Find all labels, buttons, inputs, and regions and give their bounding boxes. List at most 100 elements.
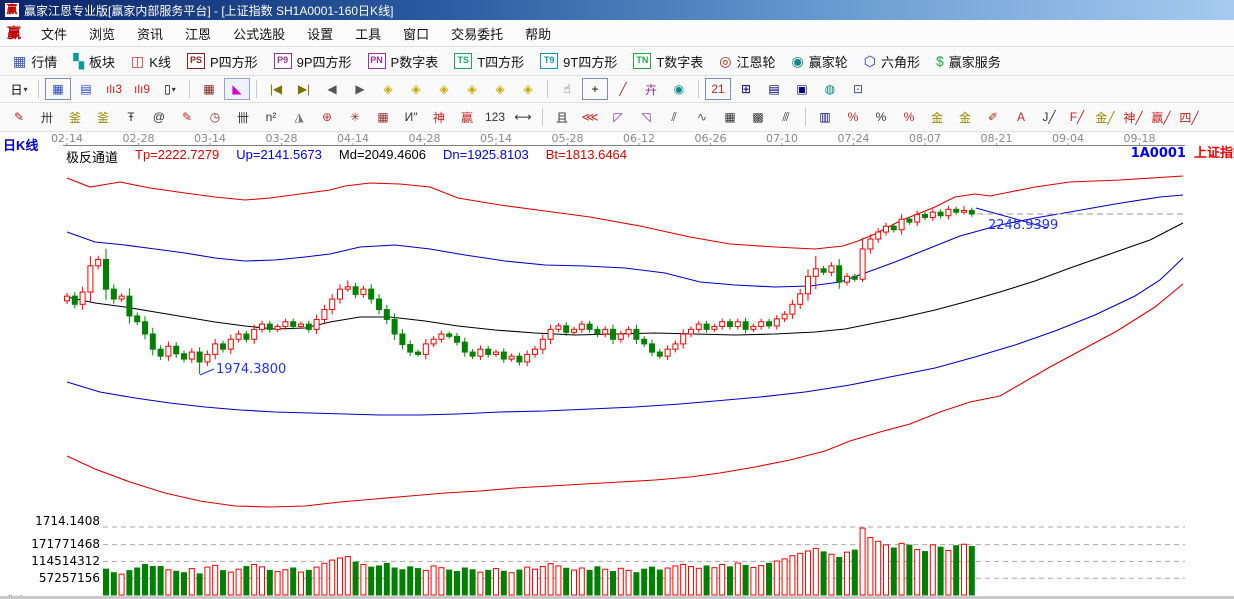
- gold-angle-icon[interactable]: 金╱: [1092, 106, 1118, 128]
- width-measure-icon[interactable]: ⟷: [510, 106, 536, 128]
- square-grid2-icon[interactable]: ▩: [745, 106, 771, 128]
- menu-tools[interactable]: 工具: [344, 24, 392, 43]
- save-icon[interactable]: ▣: [789, 78, 815, 100]
- gann-frame-icon[interactable]: 卉: [638, 78, 664, 100]
- prev-bar-icon[interactable]: ◀: [319, 78, 345, 100]
- toolbar-kline[interactable]: ◫K线: [123, 50, 179, 73]
- ruler-lines-icon[interactable]: 卌: [230, 106, 256, 128]
- menu-settings[interactable]: 设置: [296, 24, 344, 43]
- menu-help[interactable]: 帮助: [514, 24, 562, 43]
- trendline-tool-icon[interactable]: ╱: [610, 78, 636, 100]
- menu-trade-order[interactable]: 交易委托: [440, 24, 514, 43]
- volume-profile-icon[interactable]: ◣: [224, 78, 250, 100]
- percent-icon[interactable]: %: [868, 106, 894, 128]
- brush-icon[interactable]: ✎: [6, 106, 32, 128]
- toolbar-9t-square[interactable]: T99T四方形: [532, 50, 625, 73]
- golden-lines-icon[interactable]: 金: [952, 106, 978, 128]
- j-angle-icon[interactable]: J╱: [1036, 106, 1062, 128]
- gold-gann-icon[interactable]: 釜: [62, 106, 88, 128]
- bars-9-icon[interactable]: ılı9: [129, 78, 155, 100]
- grid-lines-icon[interactable]: 卅: [34, 106, 60, 128]
- shen-icon[interactable]: 神: [426, 106, 452, 128]
- expand-horizontal-diamond-icon[interactable]: ◈: [431, 78, 457, 100]
- candle-body: [408, 345, 413, 353]
- grid-target-icon[interactable]: ▦: [370, 106, 396, 128]
- info-list-icon[interactable]: ▤: [73, 78, 99, 100]
- target-cross-icon[interactable]: ⊕: [314, 106, 340, 128]
- price-note-icon[interactable]: ✐: [980, 106, 1006, 128]
- first-bar-icon[interactable]: |◀: [263, 78, 289, 100]
- fan-red-icon[interactable]: ⋘: [577, 106, 603, 128]
- toolbar-t-square[interactable]: TST四方形: [446, 50, 532, 73]
- toolbar-9p-square[interactable]: P99P四方形: [266, 50, 360, 73]
- toolbar-gann-wheel[interactable]: ◎江恩轮: [711, 50, 783, 73]
- protractor-icon[interactable]: ◮: [286, 106, 312, 128]
- ying-icon[interactable]: 赢: [454, 106, 480, 128]
- chart-window-icon[interactable]: ▦: [45, 78, 71, 100]
- toolbar-p-square[interactable]: PSP四方形: [179, 50, 266, 73]
- menu-gann[interactable]: 江恩: [174, 24, 222, 43]
- wave-cloud-icon[interactable]: ◉: [666, 78, 692, 100]
- next-bar-icon[interactable]: ▶: [347, 78, 373, 100]
- cycle-circle-icon[interactable]: ◷: [202, 106, 228, 128]
- stats-panel-icon[interactable]: ▥: [812, 106, 838, 128]
- notepad-icon[interactable]: ▤: [761, 78, 787, 100]
- zigzag-icon[interactable]: ∿: [689, 106, 715, 128]
- candle-body: [634, 329, 639, 339]
- shen-angle-icon[interactable]: 神╱: [1120, 106, 1146, 128]
- angle-lines-icon[interactable]: ⫽: [661, 106, 687, 128]
- square-grid-icon[interactable]: ▦: [717, 106, 743, 128]
- zoom-left-diamond-icon-glyph: ◈: [383, 82, 392, 96]
- crosshair-icon[interactable]: +: [582, 78, 608, 100]
- measure-brush-icon[interactable]: ✎: [174, 106, 200, 128]
- menu-browse[interactable]: 浏览: [78, 24, 126, 43]
- percent-line-icon[interactable]: %: [896, 106, 922, 128]
- toolbar-hexagon[interactable]: ⬡六角形: [856, 50, 928, 73]
- n2-icon[interactable]: n²: [258, 106, 284, 128]
- f-lines-icon[interactable]: Ŧ: [118, 106, 144, 128]
- computer-icon[interactable]: ⊡: [845, 78, 871, 100]
- gold-gann2-icon[interactable]: 釜: [90, 106, 116, 128]
- pattern-grid-icon[interactable]: ▦: [196, 78, 222, 100]
- menu-formula-stock-pick[interactable]: 公式选股: [222, 24, 296, 43]
- starburst-icon[interactable]: ✳: [342, 106, 368, 128]
- ruler-123-icon[interactable]: 123: [482, 106, 508, 128]
- hand-drag-icon[interactable]: ☝: [554, 78, 580, 100]
- fan-box2-icon[interactable]: ◹: [633, 106, 659, 128]
- fan-box-icon[interactable]: ◸: [605, 106, 631, 128]
- toolbar-winner-service[interactable]: $赢家服务: [928, 50, 1009, 73]
- ying-angle-icon[interactable]: 赢╱: [1148, 106, 1174, 128]
- wave-abc-icon[interactable]: A: [1008, 106, 1034, 128]
- toolbar-t-table[interactable]: TNT数字表: [625, 50, 711, 73]
- compress-diamond-icon[interactable]: ◈: [459, 78, 485, 100]
- calendar-icon[interactable]: 21: [705, 78, 731, 100]
- golden-circle-icon[interactable]: 金: [924, 106, 950, 128]
- last-bar-icon[interactable]: ▶|: [291, 78, 317, 100]
- calculator-icon[interactable]: ⊞: [733, 78, 759, 100]
- kline-chart-canvas[interactable]: 02-1402-2803-1403-2804-1404-2805-1405-28…: [0, 132, 1234, 599]
- menu-file[interactable]: 文件: [30, 24, 78, 43]
- expand-diamond-icon[interactable]: ◈: [487, 78, 513, 100]
- toolbar-quotes[interactable]: ▦行情: [5, 50, 65, 73]
- zoom-left-diamond-icon[interactable]: ◈: [375, 78, 401, 100]
- menu-window[interactable]: 窗口: [392, 24, 440, 43]
- f-angle-icon[interactable]: F╱: [1064, 106, 1090, 128]
- period-daily-selector[interactable]: 日▾: [6, 78, 32, 100]
- toolbar-sectors[interactable]: ▚板块: [65, 50, 123, 73]
- toolbar-winner-wheel[interactable]: ◉赢家轮: [784, 50, 856, 73]
- four-angle-icon[interactable]: 四╱: [1176, 106, 1202, 128]
- tick-marks-icon[interactable]: И″: [398, 106, 424, 128]
- toolbar-p-table[interactable]: PNP数字表: [360, 50, 447, 73]
- zoom-right-diamond-icon[interactable]: ◈: [403, 78, 429, 100]
- percent-retrace-icon[interactable]: %: [840, 106, 866, 128]
- menu-news[interactable]: 资讯: [126, 24, 174, 43]
- volume-bar: [236, 569, 241, 595]
- candle-style-selector[interactable]: ▯▾: [157, 78, 183, 100]
- bars-3-icon[interactable]: ılı3: [101, 78, 127, 100]
- gann-box-icon[interactable]: 且: [549, 106, 575, 128]
- kline-chart-area[interactable]: 02-1402-2803-1403-2804-1404-2805-1405-28…: [0, 132, 1234, 599]
- parallel-lines-icon[interactable]: ⫻: [773, 106, 799, 128]
- network-icon[interactable]: ◍: [817, 78, 843, 100]
- expand-all-diamond-icon[interactable]: ◈: [515, 78, 541, 100]
- spiral-icon[interactable]: @: [146, 106, 172, 128]
